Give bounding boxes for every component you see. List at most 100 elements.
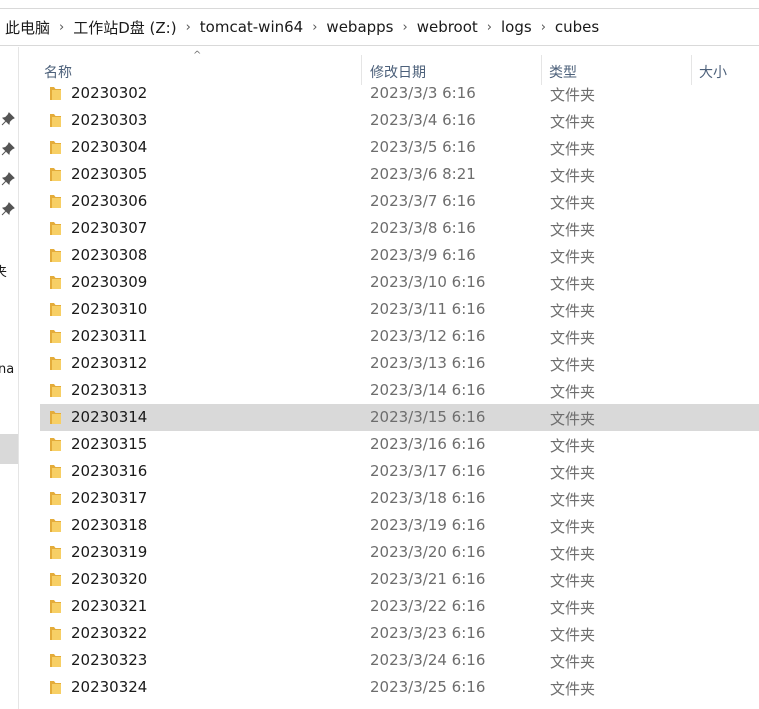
column-header-type[interactable]: 类型 bbox=[549, 62, 577, 82]
file-row[interactable]: 20230318 2023/3/19 6:16 文件夹 bbox=[40, 512, 759, 539]
file-name[interactable]: 20230307 bbox=[71, 219, 147, 237]
breadcrumb-tomcat[interactable]: tomcat-win64 bbox=[193, 18, 310, 36]
nav-item-label[interactable]: 夹 bbox=[0, 261, 7, 280]
folder-icon bbox=[50, 681, 61, 694]
column-header-name[interactable]: 名称 bbox=[44, 62, 72, 82]
breadcrumb-cubes[interactable]: cubes bbox=[548, 18, 606, 36]
file-name[interactable]: 20230321 bbox=[71, 597, 147, 615]
navigation-pane[interactable]: 夹 na bbox=[0, 47, 19, 709]
pin-icon[interactable] bbox=[1, 202, 15, 216]
file-type: 文件夹 bbox=[550, 491, 596, 509]
file-row[interactable]: 20230306 2023/3/7 6:16 文件夹 bbox=[40, 188, 759, 215]
file-row[interactable]: 20230307 2023/3/8 6:16 文件夹 bbox=[40, 215, 759, 242]
chevron-right-icon[interactable]: › bbox=[310, 20, 319, 35]
pin-icon[interactable] bbox=[1, 112, 15, 126]
file-name[interactable]: 20230316 bbox=[71, 462, 147, 480]
file-name[interactable]: 20230320 bbox=[71, 570, 147, 588]
file-name[interactable]: 20230323 bbox=[71, 651, 147, 669]
file-name[interactable]: 20230309 bbox=[71, 273, 147, 291]
file-row[interactable]: 20230320 2023/3/21 6:16 文件夹 bbox=[40, 566, 759, 593]
file-type: 文件夹 bbox=[550, 680, 596, 698]
file-row[interactable]: 20230308 2023/3/9 6:16 文件夹 bbox=[40, 242, 759, 269]
file-name[interactable]: 20230308 bbox=[71, 246, 147, 264]
chevron-right-icon[interactable]: › bbox=[401, 20, 410, 35]
chevron-right-icon[interactable]: › bbox=[485, 20, 494, 35]
folder-icon bbox=[50, 330, 61, 343]
breadcrumb-webroot[interactable]: webroot bbox=[410, 18, 485, 36]
file-type: 文件夹 bbox=[550, 86, 596, 104]
folder-icon bbox=[50, 141, 61, 154]
file-modified: 2023/3/16 6:16 bbox=[370, 435, 486, 453]
file-row[interactable]: 20230324 2023/3/25 6:16 文件夹 bbox=[40, 674, 759, 701]
file-type: 文件夹 bbox=[550, 599, 596, 617]
file-row[interactable]: 20230309 2023/3/10 6:16 文件夹 bbox=[40, 269, 759, 296]
file-name[interactable]: 20230311 bbox=[71, 327, 147, 345]
file-name[interactable]: 20230304 bbox=[71, 138, 147, 156]
file-name[interactable]: 20230310 bbox=[71, 300, 147, 318]
folder-icon bbox=[50, 519, 61, 532]
column-header-modified[interactable]: 修改日期 bbox=[370, 62, 426, 82]
file-name[interactable]: 20230303 bbox=[71, 111, 147, 129]
file-row[interactable]: 20230310 2023/3/11 6:16 文件夹 bbox=[40, 296, 759, 323]
folder-icon bbox=[50, 357, 61, 370]
breadcrumb-webapps[interactable]: webapps bbox=[319, 18, 400, 36]
file-modified: 2023/3/15 6:16 bbox=[370, 408, 486, 426]
file-modified: 2023/3/11 6:16 bbox=[370, 300, 486, 318]
folder-icon bbox=[50, 114, 61, 127]
file-type: 文件夹 bbox=[550, 518, 596, 536]
folder-icon bbox=[50, 438, 61, 451]
address-bar[interactable]: 此电脑 › 工作站D盘 (Z:) › tomcat-win64 › webapp… bbox=[0, 8, 759, 46]
file-type: 文件夹 bbox=[550, 248, 596, 266]
file-list[interactable]: 20230302 2023/3/3 6:16 文件夹 20230303 2023/3/4… bbox=[40, 80, 759, 709]
file-name[interactable]: 20230322 bbox=[71, 624, 147, 642]
chevron-right-icon[interactable]: › bbox=[57, 20, 66, 35]
file-name[interactable]: 20230324 bbox=[71, 678, 147, 696]
file-name[interactable]: 20230306 bbox=[71, 192, 147, 210]
file-type: 文件夹 bbox=[550, 329, 596, 347]
breadcrumb-drive[interactable]: 工作站D盘 (Z:) bbox=[66, 17, 183, 38]
file-modified: 2023/3/8 6:16 bbox=[370, 219, 476, 237]
breadcrumb-this-pc[interactable]: 此电脑 bbox=[0, 17, 57, 38]
file-row[interactable]: 20230323 2023/3/24 6:16 文件夹 bbox=[40, 647, 759, 674]
file-row[interactable]: 20230317 2023/3/18 6:16 文件夹 bbox=[40, 485, 759, 512]
file-row[interactable]: 20230322 2023/3/23 6:16 文件夹 bbox=[40, 620, 759, 647]
file-name[interactable]: 20230312 bbox=[71, 354, 147, 372]
file-row[interactable]: 20230319 2023/3/20 6:16 文件夹 bbox=[40, 539, 759, 566]
file-name[interactable]: 20230315 bbox=[71, 435, 147, 453]
file-modified: 2023/3/5 6:16 bbox=[370, 138, 476, 156]
chevron-right-icon[interactable]: › bbox=[184, 20, 193, 35]
file-row[interactable]: 20230304 2023/3/5 6:16 文件夹 bbox=[40, 134, 759, 161]
file-row[interactable]: 20230321 2023/3/22 6:16 文件夹 bbox=[40, 593, 759, 620]
file-name[interactable]: 20230319 bbox=[71, 543, 147, 561]
file-row[interactable]: 20230303 2023/3/4 6:16 文件夹 bbox=[40, 107, 759, 134]
pin-icon[interactable] bbox=[1, 142, 15, 156]
file-name[interactable]: 20230317 bbox=[71, 489, 147, 507]
file-row[interactable]: 20230302 2023/3/3 6:16 文件夹 bbox=[40, 80, 759, 107]
nav-item-selected[interactable] bbox=[0, 434, 18, 464]
file-type: 文件夹 bbox=[550, 194, 596, 212]
file-name[interactable]: 20230314 bbox=[71, 408, 147, 426]
file-modified: 2023/3/21 6:16 bbox=[370, 570, 486, 588]
file-row[interactable]: 20230313 2023/3/14 6:16 文件夹 bbox=[40, 377, 759, 404]
folder-icon bbox=[50, 600, 61, 613]
file-row[interactable]: 20230314 2023/3/15 6:16 文件夹 bbox=[40, 404, 759, 431]
file-type: 文件夹 bbox=[550, 410, 596, 428]
file-name[interactable]: 20230305 bbox=[71, 165, 147, 183]
folder-icon bbox=[50, 573, 61, 586]
file-name[interactable]: 20230313 bbox=[71, 381, 147, 399]
sort-ascending-icon: ^ bbox=[193, 50, 202, 61]
file-row[interactable]: 20230305 2023/3/6 8:21 文件夹 bbox=[40, 161, 759, 188]
file-name[interactable]: 20230302 bbox=[71, 84, 147, 102]
file-row[interactable]: 20230311 2023/3/12 6:16 文件夹 bbox=[40, 323, 759, 350]
breadcrumb-logs[interactable]: logs bbox=[494, 18, 539, 36]
file-row[interactable]: 20230312 2023/3/13 6:16 文件夹 bbox=[40, 350, 759, 377]
nav-item-label[interactable]: na bbox=[0, 362, 14, 377]
chevron-right-icon[interactable]: › bbox=[539, 20, 548, 35]
file-row[interactable]: 20230315 2023/3/16 6:16 文件夹 bbox=[40, 431, 759, 458]
pin-icon[interactable] bbox=[1, 172, 15, 186]
file-modified: 2023/3/22 6:16 bbox=[370, 597, 486, 615]
file-name[interactable]: 20230318 bbox=[71, 516, 147, 534]
file-type: 文件夹 bbox=[550, 275, 596, 293]
file-row[interactable]: 20230316 2023/3/17 6:16 文件夹 bbox=[40, 458, 759, 485]
column-header-size[interactable]: 大小 bbox=[699, 62, 727, 82]
